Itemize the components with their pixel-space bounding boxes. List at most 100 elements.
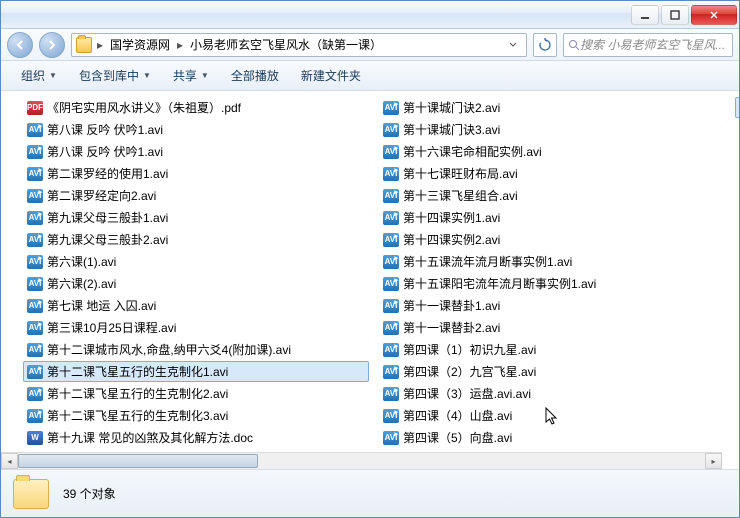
file-item[interactable]: AVI第十二课城市风水,命盘,纳甲六爻4(附加课).avi bbox=[23, 339, 369, 360]
horizontal-scrollbar[interactable]: ◂ ▸ bbox=[1, 452, 722, 469]
address-bar[interactable]: ▸ 国学资源网 ▸ 小易老师玄空飞星风水（缺第一课） bbox=[71, 33, 527, 57]
file-name: 第四课（3）运盘.avi.avi bbox=[403, 385, 531, 402]
file-name: 第九课父母三般卦2.avi bbox=[47, 231, 168, 248]
chevron-right-icon[interactable]: ▸ bbox=[96, 38, 104, 52]
file-name: 第十四课实例1.avi bbox=[403, 209, 500, 226]
file-item[interactable]: AVI第十一课替卦1.avi bbox=[379, 295, 725, 316]
back-button[interactable] bbox=[7, 32, 33, 58]
scrollbar-thumb[interactable] bbox=[18, 454, 258, 468]
file-item[interactable]: AVI第十二课飞星五行的生克制化3.avi bbox=[23, 405, 369, 426]
file-name: 第四课（4）山盘.avi bbox=[403, 407, 512, 424]
refresh-button[interactable] bbox=[533, 33, 557, 57]
close-button[interactable] bbox=[691, 5, 737, 25]
forward-button[interactable] bbox=[39, 32, 65, 58]
avi-file-icon: AVI bbox=[383, 255, 399, 269]
file-item[interactable]: AVI第十二课飞星五行的生克制化2.avi bbox=[23, 383, 369, 404]
file-item[interactable]: AVI 第四课（3）运盘.avi.avi bbox=[379, 383, 725, 404]
file-item[interactable]: AVI第十课城门诀2.avi bbox=[379, 97, 725, 118]
play-all-button[interactable]: 全部播放 bbox=[221, 63, 289, 88]
file-item[interactable]: AVI 第九课父母三般卦2.avi bbox=[23, 229, 369, 250]
file-item[interactable]: AVI第四课（5）向盘.avi bbox=[379, 427, 725, 448]
minimize-button[interactable] bbox=[631, 5, 659, 25]
status-count: 39 个对象 bbox=[63, 485, 116, 502]
scroll-left-button[interactable]: ◂ bbox=[1, 453, 18, 469]
avi-file-icon: AVI bbox=[27, 233, 43, 247]
file-item[interactable]: JPG三元罗盘.jpg bbox=[735, 141, 739, 162]
avi-file-icon: AVI bbox=[27, 277, 43, 291]
file-name: 第六课(1).avi bbox=[47, 253, 116, 270]
avi-file-icon: AVI bbox=[383, 277, 399, 291]
avi-file-icon: AVI bbox=[27, 211, 43, 225]
file-item[interactable]: AVI第十二课飞星五行的生克制化1.avi bbox=[23, 361, 369, 382]
file-item[interactable]: W第十九课 常见的凶煞及其化解方法.doc bbox=[23, 427, 369, 448]
file-item[interactable]: AVI 第二课罗经定向2.avi bbox=[23, 185, 369, 206]
file-item[interactable]: AVI第十六课宅命相配实例.avi bbox=[379, 141, 725, 162]
file-item[interactable]: AVI第十七课旺财布局.avi bbox=[379, 163, 725, 184]
file-item[interactable]: AVI第四课（4）山盘.avi bbox=[379, 405, 725, 426]
file-item[interactable]: AVI第四课排盘复习(7).avi bbox=[735, 97, 739, 118]
scroll-right-button[interactable]: ▸ bbox=[705, 453, 722, 469]
file-name: 第二课罗经定向2.avi bbox=[47, 187, 156, 204]
file-item[interactable]: AVI第十四课实例2.avi bbox=[379, 229, 725, 250]
breadcrumb-segment[interactable]: 国学资源网 bbox=[104, 34, 176, 55]
chevron-down-icon: ▼ bbox=[201, 71, 209, 80]
avi-file-icon: AVI bbox=[27, 321, 43, 335]
avi-file-icon: AVI bbox=[27, 167, 43, 181]
file-list[interactable]: PDF《阴宅实用风水讲义》（朱祖夏）.pdfAVI第八课 反吟 伏吟1.aviA… bbox=[1, 91, 739, 479]
nav-bar: ▸ 国学资源网 ▸ 小易老师玄空飞星风水（缺第一课） 搜索 小易老师玄空飞星风.… bbox=[1, 29, 739, 61]
file-name: 第十九课 常见的凶煞及其化解方法.doc bbox=[47, 429, 253, 446]
avi-file-icon: AVI bbox=[27, 299, 43, 313]
file-item[interactable]: AVI 第四课（1）初识九星.avi bbox=[379, 339, 725, 360]
file-item[interactable]: AVI第八课 反吟 伏吟1.avi bbox=[23, 141, 369, 162]
file-name: 第四课（1）初识九星.avi bbox=[403, 341, 536, 358]
avi-file-icon: AVI bbox=[383, 101, 399, 115]
file-name: 第六课(2).avi bbox=[47, 275, 116, 292]
file-name: 第十一课替卦1.avi bbox=[403, 297, 500, 314]
file-item[interactable]: PDF朱祖夏著《阳宅实用风水讲义》 bbox=[735, 163, 739, 184]
chevron-down-icon: ▼ bbox=[49, 71, 57, 80]
file-item[interactable]: AVI第十五课阳宅流年流月断事实例1.avi bbox=[379, 273, 725, 294]
file-name: 第二课罗经的使用1.avi bbox=[47, 165, 168, 182]
search-placeholder: 搜索 小易老师玄空飞星风... bbox=[580, 36, 728, 53]
file-name: 第十二课飞星五行的生克制化3.avi bbox=[47, 407, 228, 424]
file-item[interactable]: AVI第四课（2）九宫飞星.avi bbox=[379, 361, 725, 382]
avi-file-icon: AVI bbox=[27, 145, 43, 159]
file-item[interactable]: AVI第十五课流年流月断事实例1.avi bbox=[379, 251, 725, 272]
maximize-button[interactable] bbox=[661, 5, 689, 25]
file-item[interactable]: AVI第三课10月25日课程.avi bbox=[23, 317, 369, 338]
search-input[interactable]: 搜索 小易老师玄空飞星风... bbox=[563, 33, 733, 57]
avi-file-icon: AVI bbox=[27, 189, 43, 203]
chevron-down-icon: ▼ bbox=[143, 71, 151, 80]
breadcrumb-segment[interactable]: 小易老师玄空飞星风水（缺第一课） bbox=[184, 34, 388, 55]
file-item[interactable]: AVI 第六课(2).avi bbox=[23, 273, 369, 294]
file-item[interactable]: AVI第九课父母三般卦1.avi bbox=[23, 207, 369, 228]
scrollbar-track[interactable] bbox=[18, 453, 705, 469]
file-item[interactable]: AVI第七课 地运 入囚.avi bbox=[23, 295, 369, 316]
address-dropdown[interactable] bbox=[504, 34, 522, 56]
include-library-button[interactable]: 包含到库中▼ bbox=[69, 63, 161, 88]
file-name: 第十四课实例2.avi bbox=[403, 231, 500, 248]
file-item[interactable]: AVI 第六课(1).avi bbox=[23, 251, 369, 272]
avi-file-icon: AVI bbox=[383, 387, 399, 401]
avi-file-icon: AVI bbox=[27, 123, 43, 137]
file-item[interactable]: AVI第十一课替卦2.avi bbox=[379, 317, 725, 338]
organize-button[interactable]: 组织▼ bbox=[11, 63, 67, 88]
share-button[interactable]: 共享▼ bbox=[163, 63, 219, 88]
file-name: 第四课（2）九宫飞星.avi bbox=[403, 363, 536, 380]
avi-file-icon: AVI bbox=[383, 321, 399, 335]
folder-icon bbox=[13, 479, 49, 509]
file-name: 第十二课飞星五行的生克制化2.avi bbox=[47, 385, 228, 402]
avi-file-icon: AVI bbox=[27, 255, 43, 269]
file-item[interactable]: AVI第十课城门诀3.avi bbox=[379, 119, 725, 140]
avi-file-icon: AVI bbox=[383, 343, 399, 357]
file-item[interactable]: PDF《阴宅实用风水讲义》（朱祖夏）.pdf bbox=[23, 97, 369, 118]
file-item[interactable]: AVI第八课 反吟 伏吟1.avi bbox=[23, 119, 369, 140]
file-item[interactable]: AVI第五课调理风水初步.avi bbox=[735, 119, 739, 140]
file-item[interactable]: AVI第十三课飞星组合.avi bbox=[379, 185, 725, 206]
chevron-right-icon[interactable]: ▸ bbox=[176, 38, 184, 52]
file-item[interactable]: AVI第十四课实例1.avi bbox=[379, 207, 725, 228]
pdf-file-icon: PDF bbox=[27, 101, 43, 115]
avi-file-icon: AVI bbox=[383, 189, 399, 203]
file-item[interactable]: AVI 第二课罗经的使用1.avi bbox=[23, 163, 369, 184]
new-folder-button[interactable]: 新建文件夹 bbox=[291, 63, 371, 88]
